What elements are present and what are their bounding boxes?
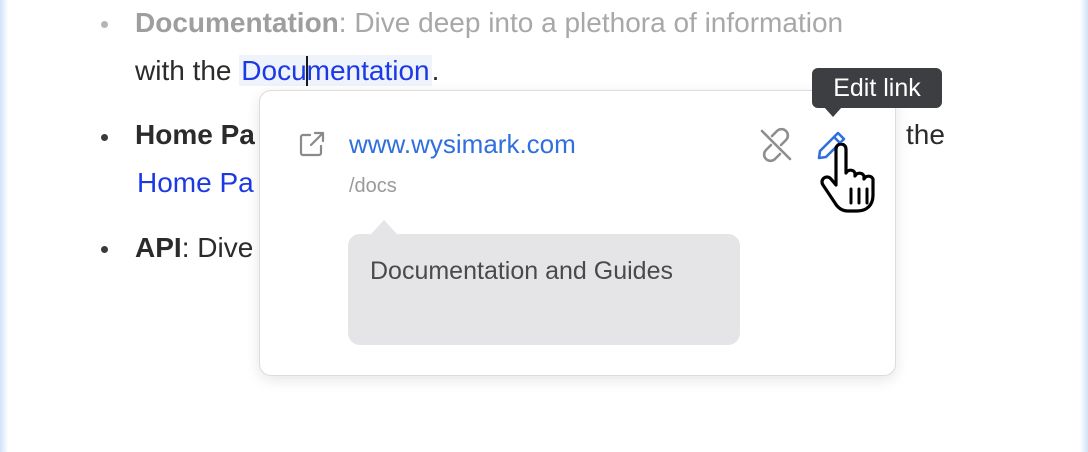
link-text-b: mentation xyxy=(306,55,430,86)
item-text-tail: the xyxy=(906,119,945,150)
bullet xyxy=(101,21,108,28)
editor[interactable]: Documentation: Dive deep into a plethora… xyxy=(0,0,1088,452)
link-popover: www.wysimark.com /docs Documentation and… xyxy=(259,90,896,376)
link-path: /docs xyxy=(349,175,397,197)
list-item: Documentation: Dive deep into a plethora… xyxy=(135,6,843,40)
unlink-icon[interactable] xyxy=(758,127,794,163)
edit-link-tooltip: Edit link xyxy=(812,68,942,108)
list-item: API: Dive xyxy=(135,231,253,265)
link-title: Documentation and Guides xyxy=(348,234,740,345)
external-link-icon[interactable] xyxy=(297,129,327,159)
item-text: : Dive deep into a plethora of informati… xyxy=(338,7,844,38)
title-bubble-arrow xyxy=(370,220,398,235)
list-item-continuation: with the Documentation. xyxy=(135,54,439,88)
list-item: Home Pa xyxy=(135,118,255,152)
home-page-link[interactable]: Home Pa xyxy=(137,166,254,200)
item-text: with the xyxy=(135,55,240,86)
link-text-a: Docu xyxy=(241,55,307,86)
link-url[interactable]: www.wysimark.com xyxy=(349,129,576,160)
item-bold-label: Documentation xyxy=(135,7,339,38)
hand-pointer-cursor xyxy=(820,143,875,213)
item-bold-label: API xyxy=(135,232,182,263)
item-bold-label: Home Pa xyxy=(135,119,255,150)
item-text: : Dive xyxy=(181,232,254,263)
tooltip-arrow xyxy=(824,107,842,117)
documentation-link[interactable]: Documentation xyxy=(239,55,432,86)
bullet xyxy=(101,246,108,253)
item-text: . xyxy=(431,55,440,86)
bullet xyxy=(101,134,108,141)
